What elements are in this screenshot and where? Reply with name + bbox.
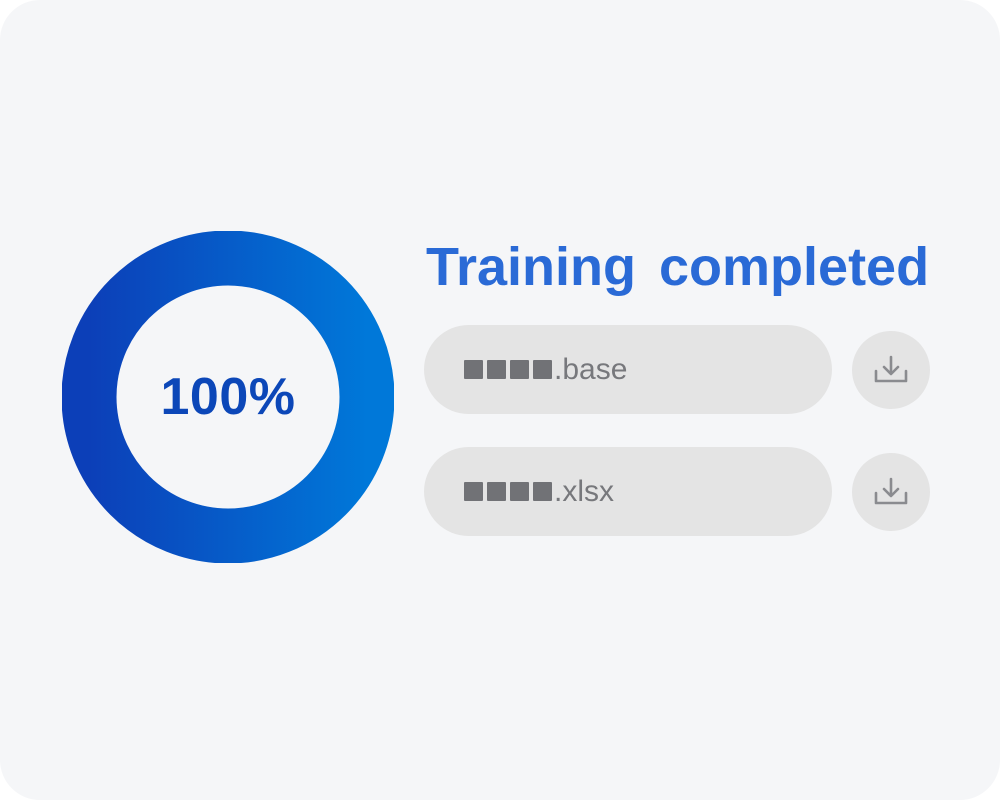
file-extension: .xlsx	[554, 474, 614, 508]
file-name: .base	[464, 325, 627, 414]
file-row: .xlsx	[424, 447, 932, 537]
status-title: Training completed	[426, 237, 930, 297]
download-button[interactable]	[852, 453, 930, 531]
download-icon	[874, 355, 908, 383]
file-pill[interactable]: .base	[424, 325, 832, 414]
masked-filename-prefix	[464, 360, 556, 379]
file-pill[interactable]: .xlsx	[424, 447, 832, 536]
download-icon	[874, 477, 908, 505]
progress-ring: 100%	[62, 231, 394, 563]
masked-filename-prefix	[464, 482, 556, 501]
file-extension: .base	[554, 352, 628, 386]
file-row: .base	[424, 325, 932, 415]
progress-percent: 100%	[160, 368, 296, 426]
download-button[interactable]	[852, 331, 930, 409]
file-name: .xlsx	[464, 447, 614, 536]
training-status-card: 100% Training completed .base .xlsx	[0, 0, 1000, 800]
